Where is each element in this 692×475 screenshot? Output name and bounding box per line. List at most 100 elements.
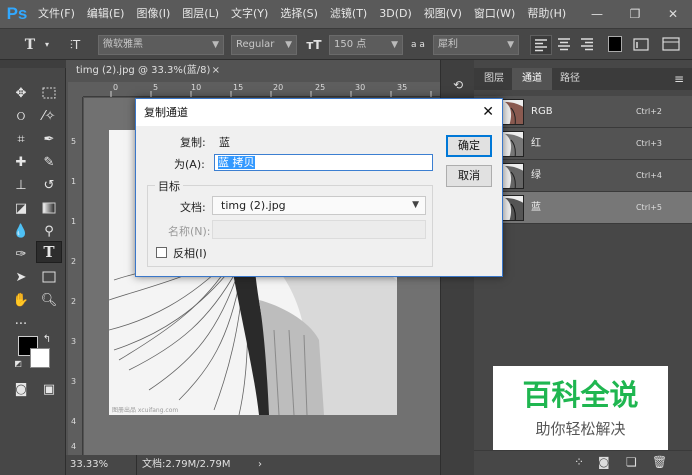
new-channel-icon[interactable]: ❏ xyxy=(626,455,637,469)
document-tab[interactable]: timg (2).jpg @ 33.3%(蓝/8) × xyxy=(68,60,228,82)
menu-select[interactable]: 选择(S) xyxy=(274,0,324,28)
dodge-tool-icon[interactable]: ⚲ xyxy=(36,220,62,242)
as-name-input[interactable]: 蓝 拷贝 xyxy=(214,154,433,171)
delete-channel-icon[interactable]: 🗑︎ xyxy=(652,455,667,469)
status-menu-arrow-icon[interactable]: › xyxy=(258,455,262,475)
font-family-select[interactable]: 微软雅黑 ▼ xyxy=(98,35,224,55)
zoom-tool-icon[interactable]: 🔍︎ xyxy=(36,289,62,311)
screen-mode-icon[interactable]: ▣ xyxy=(36,378,62,400)
type-tool-icon[interactable]: T xyxy=(36,241,62,263)
tab-layers[interactable]: 图层 xyxy=(474,68,514,90)
healing-brush-tool-icon[interactable]: ✚ xyxy=(8,151,34,173)
character-panel-icon xyxy=(662,37,680,51)
eyedropper-tool-icon[interactable]: ✒ xyxy=(36,128,62,150)
tool-preset-chevron-icon[interactable]: ▾ xyxy=(42,35,52,55)
menu-3d[interactable]: 3D(D) xyxy=(373,0,418,28)
status-bar: 33.33% 文档:2.79M/2.79M › xyxy=(66,455,440,475)
brush-tool-icon[interactable]: ✎ xyxy=(36,151,62,173)
background-color-swatch[interactable] xyxy=(30,348,50,368)
dialog-titlebar[interactable]: 复制通道 ✕ xyxy=(136,99,502,126)
history-panel-icon[interactable]: ⟲ xyxy=(449,78,467,94)
channel-name: 蓝 xyxy=(531,202,541,213)
antialias-select[interactable]: 犀利 ▼ xyxy=(433,35,519,55)
close-icon[interactable]: ✕ xyxy=(482,99,494,126)
default-colors-icon[interactable]: ◩ xyxy=(12,357,24,369)
align-center-button[interactable] xyxy=(554,35,576,55)
close-window-button[interactable]: ✕ xyxy=(654,0,692,28)
document-label: 文档: xyxy=(180,201,206,214)
magic-wand-tool-icon[interactable]: ⁄✧ xyxy=(36,105,62,127)
align-left-icon xyxy=(535,39,547,52)
hand-tool-icon[interactable]: ✋ xyxy=(8,289,34,311)
minimize-button[interactable]: — xyxy=(578,0,616,28)
menu-view[interactable]: 视图(V) xyxy=(418,0,468,28)
duplicate-channel-dialog: 复制通道 ✕ 复制: 蓝 为(A): 蓝 拷贝 确定 取消 目标 文档: tim… xyxy=(135,98,503,277)
channel-thumbnail xyxy=(500,99,524,125)
eraser-tool-icon[interactable]: ◪ xyxy=(8,197,34,219)
menu-layer[interactable]: 图层(L) xyxy=(176,0,225,28)
swap-colors-icon[interactable]: ↰ xyxy=(40,332,54,346)
text-orientation-icon[interactable]: ⫶T xyxy=(66,35,84,55)
options-bar: T ▾ ⫶T 微软雅黑 ▼ Regular ▼ тT 150 点 ▼ a a 犀… xyxy=(0,28,692,60)
close-tab-icon[interactable]: × xyxy=(212,60,220,82)
channel-row-rgb[interactable]: RGB Ctrl+2 xyxy=(474,96,692,128)
tab-channels[interactable]: 通道 xyxy=(512,68,552,90)
crop-tool-icon[interactable]: ⌗ xyxy=(8,128,34,150)
menu-help[interactable]: 帮助(H) xyxy=(521,0,572,28)
warp-text-button[interactable] xyxy=(631,35,653,55)
menu-window[interactable]: 窗口(W) xyxy=(468,0,521,28)
move-tool-icon[interactable]: ✥ xyxy=(8,82,34,104)
restore-button[interactable]: ❐ xyxy=(616,0,654,28)
load-selection-icon[interactable]: ⁘ xyxy=(574,455,584,469)
channel-row-blue[interactable]: 蓝 Ctrl+5 xyxy=(474,192,692,224)
channel-shortcut: Ctrl+2 xyxy=(635,107,662,116)
invert-checkbox[interactable] xyxy=(156,247,167,258)
lasso-tool-icon[interactable]: ଠ xyxy=(8,105,34,127)
path-selection-tool-icon[interactable]: ➤ xyxy=(8,266,34,288)
ruler-tick-label: 1 xyxy=(71,217,77,226)
align-left-button[interactable] xyxy=(530,35,552,55)
cancel-button[interactable]: 取消 xyxy=(446,165,492,187)
type-tool-icon[interactable]: T xyxy=(18,35,42,55)
document-tab-title: timg (2).jpg @ 33.3%(蓝/8) xyxy=(76,65,211,76)
ruler-tick-label: 4 xyxy=(71,442,77,451)
document-select[interactable]: timg (2).jpg ▼ xyxy=(212,196,426,215)
channel-thumbnail xyxy=(500,163,524,189)
align-right-button[interactable] xyxy=(577,35,599,55)
character-panel-button[interactable] xyxy=(660,35,684,55)
antialias-icon: a a xyxy=(411,40,425,50)
canvas-watermark: 图册出品 xcuifang.com xyxy=(112,406,178,414)
menu-edit[interactable]: 编辑(E) xyxy=(81,0,131,28)
name-input[interactable] xyxy=(212,220,426,239)
as-label: 为(A): xyxy=(174,158,205,171)
more-tools-icon[interactable]: ··· xyxy=(8,313,34,335)
blur-tool-icon[interactable]: 💧 xyxy=(8,220,34,242)
clone-stamp-tool-icon[interactable]: ⊥ xyxy=(8,174,34,196)
warp-text-icon xyxy=(633,38,649,51)
pen-tool-icon[interactable]: ✑ xyxy=(8,243,34,265)
rectangle-tool-icon[interactable] xyxy=(36,266,62,288)
marquee-tool-icon[interactable] xyxy=(36,82,62,104)
menu-file[interactable]: 文件(F) xyxy=(32,0,81,28)
menu-filter[interactable]: 滤镜(T) xyxy=(324,0,373,28)
font-style-select[interactable]: Regular ▼ xyxy=(231,35,297,55)
ruler-tick-label: 2 xyxy=(71,297,77,306)
panel-menu-icon[interactable]: ≡ xyxy=(674,68,684,90)
menu-image[interactable]: 图像(I) xyxy=(130,0,176,28)
gradient-tool-icon[interactable] xyxy=(36,197,62,219)
quick-mask-icon[interactable]: ◙ xyxy=(8,378,34,400)
panel-grip[interactable] xyxy=(0,60,66,68)
zoom-level[interactable]: 33.33% xyxy=(70,455,108,475)
menu-type[interactable]: 文字(Y) xyxy=(225,0,274,28)
history-brush-tool-icon[interactable]: ↺ xyxy=(36,174,62,196)
divider xyxy=(136,455,137,475)
text-color-swatch[interactable] xyxy=(608,36,622,52)
ok-button[interactable]: 确定 xyxy=(446,135,492,157)
font-size-select[interactable]: 150 点 ▼ xyxy=(329,35,403,55)
ruler-tick-label: 5 xyxy=(71,137,77,146)
channel-row-green[interactable]: 绿 Ctrl+4 xyxy=(474,160,692,192)
save-selection-icon[interactable]: ◙ xyxy=(598,455,610,469)
channel-row-red[interactable]: 红 Ctrl+3 xyxy=(474,128,692,160)
tab-paths[interactable]: 路径 xyxy=(550,68,590,90)
chevron-down-icon: ▼ xyxy=(412,200,419,210)
